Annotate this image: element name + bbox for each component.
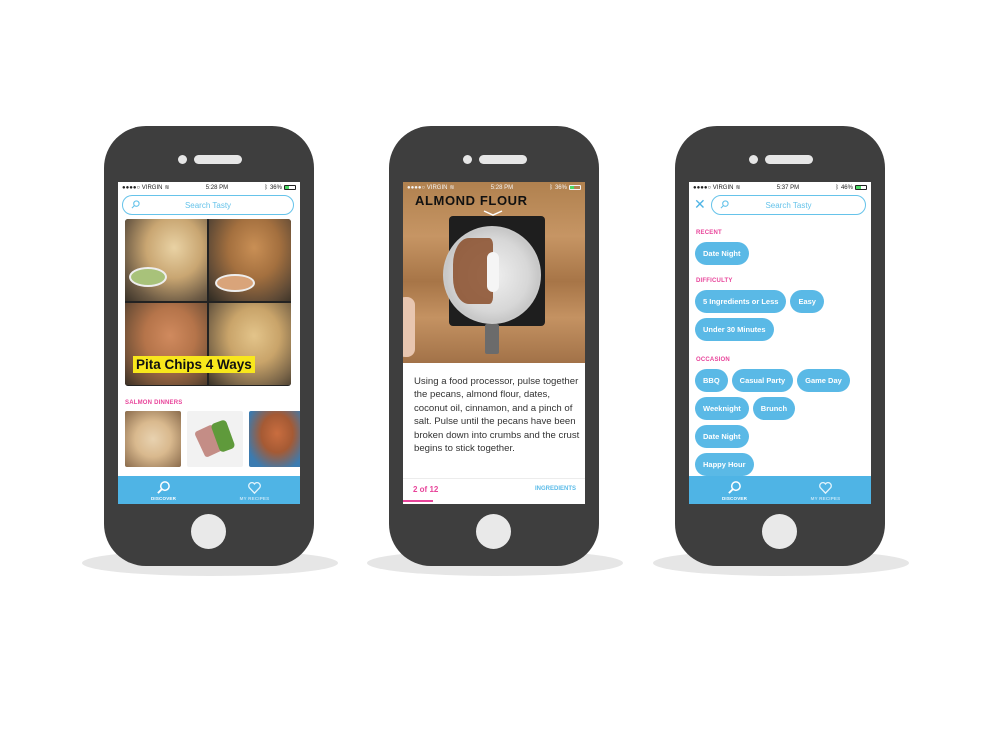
- search-placeholder: Search Tasty: [184, 200, 232, 210]
- food-image: [209, 219, 291, 301]
- step-instructions: Using a food processor, pulse together t…: [414, 376, 580, 455]
- filter-chip[interactable]: Date Night: [695, 242, 749, 265]
- filter-chip[interactable]: BBQ: [695, 369, 728, 392]
- search-icon: [720, 200, 729, 209]
- wifi-icon: ≋: [164, 185, 170, 191]
- discover-icon: [728, 481, 741, 494]
- bottom-nav: DISCOVER MY RECIPES: [689, 476, 871, 504]
- wifi-icon: ≋: [449, 185, 455, 191]
- filter-heading-difficulty: DIFFICULTY: [696, 278, 733, 284]
- battery-percent: 46%: [840, 184, 853, 191]
- filter-chip[interactable]: Game Day: [797, 369, 850, 392]
- screen: ●●●●○ VIRGIN ≋ 5:28 PM ᛒ 36% Search Tast…: [118, 182, 300, 504]
- screen: ●●●●○ VIRGIN ≋ 5:37 PM ᛒ 46% ✕ Search Ta…: [689, 182, 871, 504]
- bluetooth-icon: ᛒ: [835, 184, 839, 191]
- phone-body: ●●●●○ VIRGIN ≋ 5:28 PM ᛒ 36% Search Tast…: [104, 126, 314, 566]
- camera-icon: [463, 155, 472, 164]
- camera-icon: [178, 155, 187, 164]
- step-video[interactable]: ALMOND FLOUR: [403, 182, 585, 363]
- phone-body: ALMOND FLOUR ●●●●○ VIRGIN ≋ 5:28 PM ᛒ 36…: [389, 126, 599, 566]
- speaker-icon: [765, 155, 813, 164]
- step-footer: 2 of 12 INGREDIENTS: [403, 478, 585, 502]
- recipe-title: Pita Chips 4 Ways: [133, 356, 255, 373]
- clock: 5:37 PM: [776, 184, 800, 191]
- chip-group-difficulty: 5 Ingredients or Less Easy Under 30 Minu…: [695, 290, 867, 341]
- nav-label: MY RECIPES: [239, 496, 270, 501]
- search-input[interactable]: Search Tasty: [711, 195, 866, 215]
- nav-label: MY RECIPES: [810, 496, 841, 501]
- home-button[interactable]: [762, 514, 797, 549]
- nav-my-recipes[interactable]: MY RECIPES: [780, 476, 871, 504]
- search-icon: [131, 200, 140, 209]
- recipe-thumbnail[interactable]: [187, 411, 243, 467]
- heart-icon: [248, 481, 261, 495]
- filter-chip[interactable]: Date Night: [695, 425, 749, 448]
- carrier: ●●●●○ VIRGIN: [407, 184, 448, 191]
- discover-icon: [157, 481, 170, 494]
- battery-percent: 36%: [269, 184, 282, 191]
- nav-discover[interactable]: DISCOVER: [689, 476, 780, 504]
- status-bar: ●●●●○ VIRGIN ≋ 5:28 PM ᛒ 36%: [403, 182, 585, 193]
- step-progress-bar: [403, 499, 585, 502]
- phone-body: ●●●●○ VIRGIN ≋ 5:37 PM ᛒ 46% ✕ Search Ta…: [675, 126, 885, 566]
- ingredients-link[interactable]: INGREDIENTS: [535, 486, 576, 492]
- nav-my-recipes[interactable]: MY RECIPES: [209, 476, 300, 504]
- chip-group-recent: Date Night: [695, 242, 867, 265]
- wifi-icon: ≋: [735, 185, 741, 191]
- filter-chip[interactable]: Happy Hour: [695, 453, 754, 476]
- search-placeholder: Search Tasty: [765, 200, 812, 210]
- status-bar: ●●●●○ VIRGIN ≋ 5:37 PM ᛒ 46%: [689, 182, 871, 193]
- carrier: ●●●●○ VIRGIN: [122, 184, 163, 191]
- filter-heading-occasion: OCCASION: [696, 357, 730, 363]
- phone-discover: ●●●●○ VIRGIN ≋ 5:28 PM ᛒ 36% Search Tast…: [82, 126, 338, 581]
- screen: ALMOND FLOUR ●●●●○ VIRGIN ≋ 5:28 PM ᛒ 36…: [403, 182, 585, 504]
- phone-search-filters: ●●●●○ VIRGIN ≋ 5:37 PM ᛒ 46% ✕ Search Ta…: [653, 126, 909, 581]
- speaker-icon: [479, 155, 527, 164]
- section-heading: SALMON DINNERS: [125, 400, 183, 406]
- search-input[interactable]: Search Tasty: [122, 195, 294, 215]
- nav-label: DISCOVER: [150, 496, 177, 501]
- filter-chip[interactable]: Brunch: [752, 397, 796, 420]
- nav-discover[interactable]: DISCOVER: [118, 476, 209, 504]
- status-bar: ●●●●○ VIRGIN ≋ 5:28 PM ᛒ 36%: [118, 182, 300, 193]
- camera-icon: [749, 155, 758, 164]
- battery-percent: 36%: [554, 184, 567, 191]
- filter-heading-recent: RECENT: [696, 230, 722, 236]
- bluetooth-icon: ᛒ: [264, 184, 268, 191]
- recipe-thumbnail[interactable]: [249, 411, 300, 467]
- filter-chip[interactable]: Easy: [790, 290, 824, 313]
- food-image: [125, 219, 207, 301]
- battery-icon: [854, 185, 867, 190]
- recipe-thumbnail[interactable]: [125, 411, 181, 467]
- nav-label: DISCOVER: [721, 496, 748, 501]
- filter-chip[interactable]: Weeknight: [695, 397, 749, 420]
- step-progress-fill: [403, 499, 434, 502]
- bottom-nav: DISCOVER MY RECIPES: [118, 476, 300, 504]
- battery-icon: [568, 185, 581, 190]
- filter-chip[interactable]: Casual Party: [731, 369, 794, 392]
- clock: 5:28 PM: [490, 184, 514, 191]
- filter-chip[interactable]: Under 30 Minutes: [695, 318, 774, 341]
- ingredient-title: ALMOND FLOUR: [415, 193, 528, 208]
- close-icon[interactable]: ✕: [694, 197, 706, 211]
- carrier: ●●●●○ VIRGIN: [693, 184, 734, 191]
- battery-icon: [283, 185, 296, 190]
- step-counter: 2 of 12: [413, 485, 439, 494]
- featured-recipe-card[interactable]: Pita Chips 4 Ways: [125, 219, 291, 386]
- clock: 5:28 PM: [205, 184, 229, 191]
- bluetooth-icon: ᛒ: [549, 184, 553, 191]
- home-button[interactable]: [476, 514, 511, 549]
- home-button[interactable]: [191, 514, 226, 549]
- phone-recipe-step: ALMOND FLOUR ●●●●○ VIRGIN ≋ 5:28 PM ᛒ 36…: [367, 126, 623, 581]
- speaker-icon: [194, 155, 242, 164]
- filter-chip[interactable]: 5 Ingredients or Less: [695, 290, 787, 313]
- chevron-down-icon[interactable]: [483, 210, 503, 216]
- heart-icon: [819, 481, 832, 495]
